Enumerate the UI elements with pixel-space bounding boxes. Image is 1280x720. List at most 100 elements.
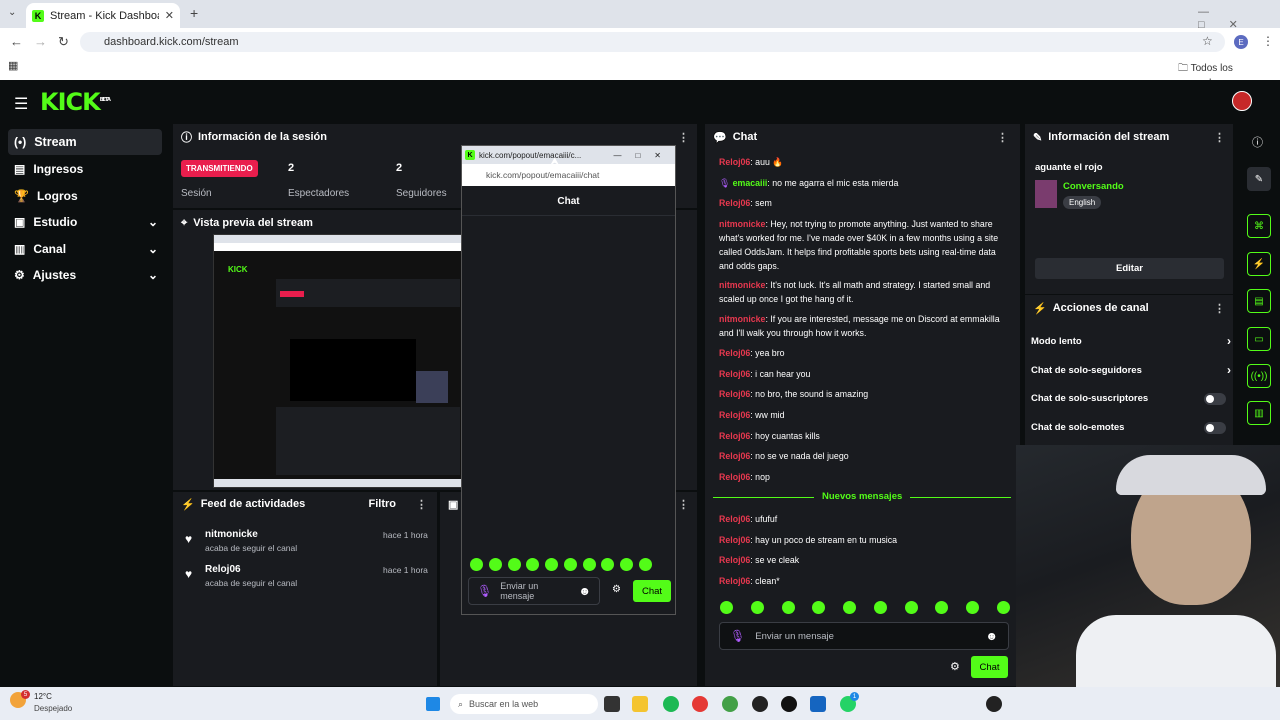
slow-mode-row[interactable]: Modo lento › [1031, 334, 1231, 348]
chat-send-button[interactable]: Chat [971, 656, 1008, 678]
emote-icon[interactable] [563, 558, 577, 571]
more-icon[interactable]: ⋮ [997, 131, 1008, 144]
close-tab-icon[interactable]: ✕ [165, 9, 174, 22]
category-link[interactable]: Conversando [1063, 181, 1124, 192]
emote-icon[interactable] [720, 601, 733, 614]
chat-username[interactable]: emacaiii [733, 178, 768, 188]
edit-button[interactable]: Editar [1035, 258, 1224, 279]
nav-estudio[interactable]: ▣ Estudio ⌄ [8, 209, 162, 235]
chat-username[interactable]: Reloj06 [719, 555, 750, 565]
notes-icon[interactable]: ▤ [1247, 289, 1271, 313]
chat-username[interactable]: Reloj06 [719, 535, 750, 545]
more-icon[interactable]: ⋮ [1214, 131, 1225, 144]
broadcast-icon[interactable]: ((•)) [1247, 364, 1271, 388]
emote-icon[interactable] [966, 601, 980, 614]
followers-only-row[interactable]: Chat de solo-seguidores › [1031, 363, 1231, 377]
popout-window-controls[interactable]: —□✕ [613, 151, 675, 160]
popout-settings-icon[interactable]: ⚙ [612, 584, 621, 595]
emote-icon[interactable] [507, 558, 521, 571]
more-icon[interactable]: ⋮ [678, 131, 689, 144]
popout-chat-input[interactable]: 🎙 Enviar un mensaje ☻ [468, 577, 600, 605]
chat-username[interactable]: nitmonicke [719, 280, 765, 290]
emote-icon[interactable] [873, 601, 887, 614]
chat-username[interactable]: Reloj06 [719, 157, 750, 167]
stream-preview-video[interactable]: KICK [213, 234, 464, 488]
chat-username[interactable]: Reloj06 [719, 410, 750, 420]
chrome-icon[interactable] [692, 696, 708, 712]
clip-icon[interactable]: ⌘ [1247, 214, 1271, 238]
panels-icon[interactable]: ▥ [1247, 401, 1271, 425]
user-avatar[interactable] [1232, 91, 1252, 111]
chat-username[interactable]: Reloj06 [719, 389, 750, 399]
raid-icon[interactable]: ⚡ [1247, 252, 1271, 276]
new-tab-icon[interactable]: + [190, 5, 198, 21]
emote-icon[interactable] [470, 558, 483, 571]
emote-icon[interactable] [904, 601, 918, 614]
emote-icon[interactable] [781, 601, 795, 614]
obs-icon[interactable] [752, 696, 768, 712]
emote-icon[interactable] [812, 601, 826, 614]
tray-icon[interactable] [986, 696, 1002, 712]
nav-logros[interactable]: 🏆 Logros [8, 183, 162, 209]
emotes-only-toggle[interactable] [1204, 422, 1226, 434]
app-icon[interactable] [781, 696, 797, 712]
subscribers-only-toggle[interactable] [1204, 393, 1226, 405]
emoji-picker-icon[interactable]: ☻ [578, 584, 591, 598]
emote-icon[interactable] [750, 601, 764, 614]
apps-grid-icon[interactable]: ▦ [8, 59, 18, 72]
nav-stream[interactable]: (•) Stream [8, 129, 162, 155]
hamburger-menu-icon[interactable]: ☰ [14, 94, 28, 114]
chat-icon[interactable]: ▭ [1247, 327, 1271, 351]
info-icon[interactable]: ⓘ [1252, 134, 1263, 150]
emote-icon[interactable] [620, 558, 634, 571]
task-view-icon[interactable] [604, 696, 620, 712]
emote-icon[interactable] [996, 601, 1010, 614]
more-icon[interactable]: ⋮ [678, 498, 689, 511]
spotify-icon[interactable] [663, 696, 679, 712]
chat-settings-icon[interactable]: ⚙ [950, 660, 960, 673]
emote-icon[interactable] [843, 601, 857, 614]
emote-icon[interactable] [601, 558, 615, 571]
emote-icon[interactable] [526, 558, 540, 571]
browser-tab[interactable]: K Stream - Kick Dashboard ✕ [26, 3, 180, 28]
emote-icon[interactable] [488, 558, 502, 571]
nav-ajustes[interactable]: ⚙ Ajustes ⌄ [8, 262, 162, 288]
nav-canal[interactable]: ▥ Canal ⌄ [8, 236, 162, 262]
taskbar-search[interactable]: ⌕ Buscar en la web [450, 694, 598, 714]
edit-layout-icon[interactable]: ✎ [1247, 167, 1271, 191]
more-icon[interactable]: ⋮ [1214, 302, 1225, 315]
menu-kebab-icon[interactable]: ⋮ [1262, 34, 1274, 48]
chat-username[interactable]: nitmonicke [719, 219, 765, 229]
mic-icon[interactable]: 🎙 [477, 584, 492, 598]
file-explorer-icon[interactable] [632, 696, 648, 712]
tab-list-icon[interactable]: ⌄ [8, 7, 16, 18]
chat-username[interactable]: Reloj06 [719, 472, 750, 482]
emote-icon[interactable] [638, 558, 652, 571]
popout-url-bar[interactable]: kick.com/popout/emacaiii/chat [462, 164, 675, 186]
emoji-picker-icon[interactable]: ☻ [985, 629, 998, 643]
popout-send-button[interactable]: Chat [633, 580, 671, 602]
bookmark-star-icon[interactable]: ☆ [1202, 34, 1213, 48]
chat-username[interactable]: nitmonicke [719, 314, 765, 324]
reload-icon[interactable]: ↻ [58, 34, 69, 50]
filter-button[interactable]: Filtro [369, 498, 397, 510]
chat-input[interactable]: 🎙 Enviar un mensaje ☻ [719, 622, 1009, 650]
chrome-profile-icon[interactable] [722, 696, 738, 712]
emote-icon[interactable] [545, 558, 559, 571]
vs-code-icon[interactable] [810, 696, 826, 712]
chat-username[interactable]: Reloj06 [719, 576, 750, 586]
chat-username[interactable]: Reloj06 [719, 514, 750, 524]
chat-username[interactable]: Reloj06 [719, 431, 750, 441]
forward-icon[interactable]: → [34, 34, 47, 49]
url-field[interactable]: dashboard.kick.com/stream [80, 32, 1225, 52]
mic-icon[interactable]: 🎙 [730, 629, 745, 643]
kick-logo[interactable]: KICKBETA [40, 88, 111, 116]
chat-username[interactable]: Reloj06 [719, 348, 750, 358]
nav-ingresos[interactable]: ▤ Ingresos [8, 156, 162, 182]
profile-avatar[interactable]: E [1234, 35, 1248, 49]
back-icon[interactable]: ← [10, 34, 23, 49]
more-icon[interactable]: ⋮ [416, 498, 427, 511]
chat-username[interactable]: Reloj06 [719, 198, 750, 208]
emote-icon[interactable] [935, 601, 949, 614]
chat-username[interactable]: Reloj06 [719, 369, 750, 379]
